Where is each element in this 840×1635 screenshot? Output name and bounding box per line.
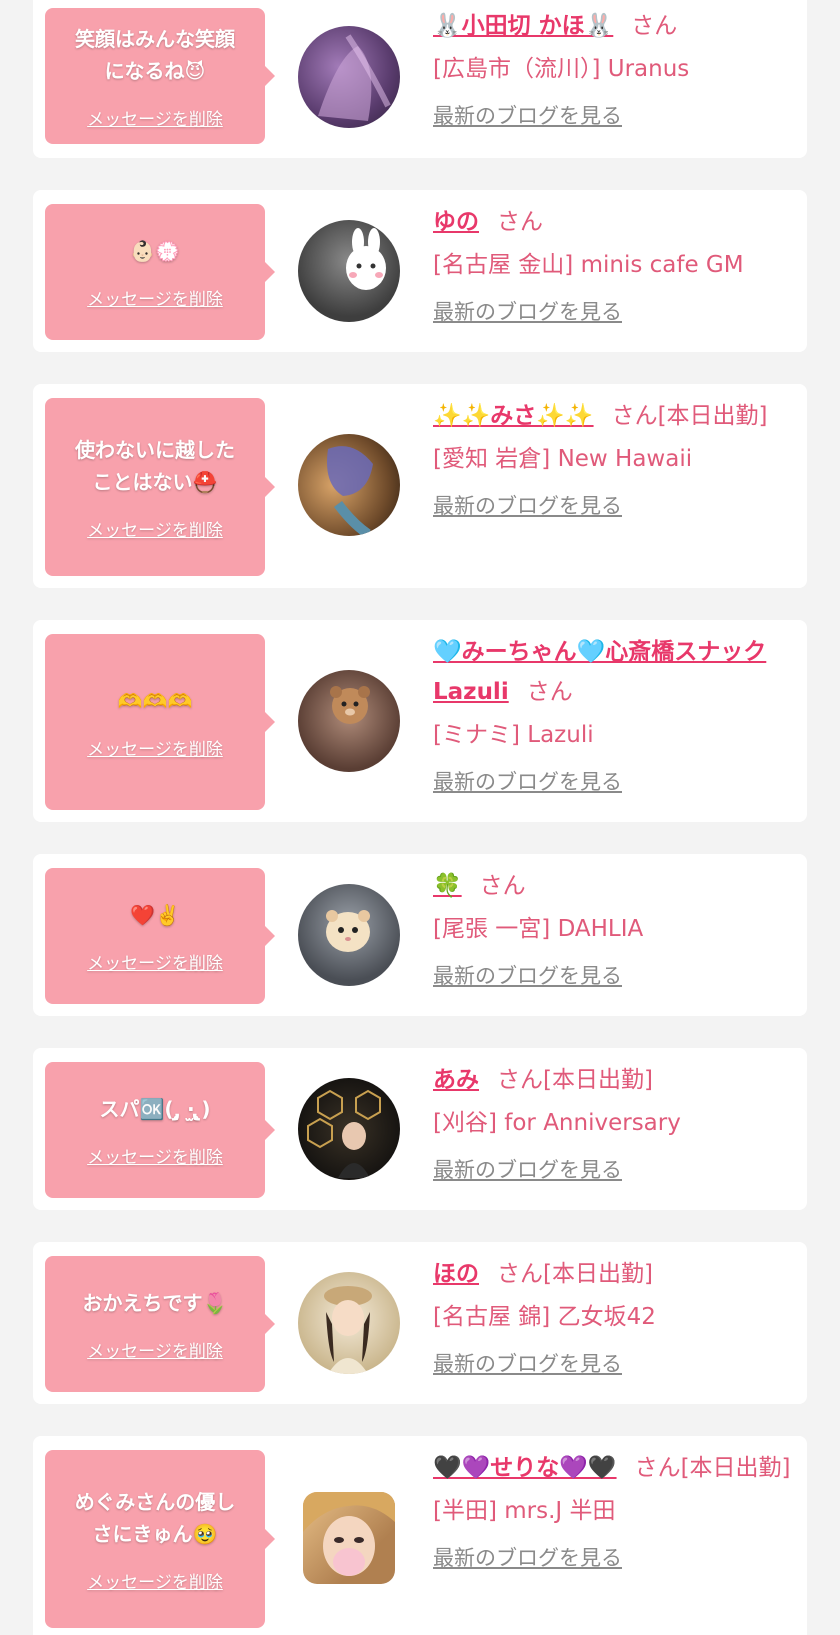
cast-suffix: さん [526,679,573,705]
view-blog-link[interactable]: 最新のブログを見る [433,960,622,990]
message-bubble: おかえちです🌷 メッセージを削除 [45,1256,275,1392]
delete-message-link[interactable]: メッセージを削除 [87,285,223,310]
avatar[interactable] [298,434,400,536]
cast-suffix: さん[本日出勤] [611,403,768,429]
message-bubble: ❤️✌️ メッセージを削除 [45,868,275,1004]
cast-name-link[interactable]: 🩵みーちゃん🩵心斎橋スナックLazuli [433,639,766,705]
delete-message-link[interactable]: メッセージを削除 [87,1337,223,1362]
cast-info: あみ さん[本日出勤] [刈谷] for Anniversary 最新のブログを見… [433,1060,793,1184]
message-card: 使わないに越した ことはない⛑️ メッセージを削除 ✨✨みさ✨✨ さん[本日出勤]… [33,384,807,588]
message-bubble: 笑顔はみんな笑顔 になるね😈 メッセージを削除 [45,8,275,144]
cast-name-link[interactable]: ゆの [433,209,479,235]
message-card: めぐみさんの優し さにきゅん🥹 メッセージを削除 🖤💜せりな💜🖤 さん[本日出勤]… [33,1436,807,1635]
cast-info: 🍀 さん [尾張 一宮] DAHLIA 最新のブログを見る [433,866,793,990]
cast-suffix: さん[本日出勤] [634,1455,791,1481]
view-blog-link[interactable]: 最新のブログを見る [433,1154,622,1184]
avatar-image [324,1286,372,1374]
avatar-image [327,446,373,536]
shop-name: [名古屋 金山] minis cafe GM [433,252,744,278]
shop-name: [ミナミ] Lazuli [433,722,594,748]
message-bubble: 🫶🫶🫶 メッセージを削除 [45,634,275,810]
cast-suffix: さん [631,13,678,39]
message-card: 笑顔はみんな笑顔 になるね😈 メッセージを削除 🐰小田切 かほ🐰 さん [広島市（… [33,0,807,158]
shop-name: [尾張 一宮] DAHLIA [433,916,644,942]
cast-name-link[interactable]: 🍀 [433,873,462,899]
avatar-image [326,910,370,952]
delete-message-link[interactable]: メッセージを削除 [87,735,223,760]
cast-name-link[interactable]: ほの [433,1261,479,1287]
message-list: 笑顔はみんな笑顔 になるね😈 メッセージを削除 🐰小田切 かほ🐰 さん [広島市（… [0,0,840,1635]
message-card: 👶🏻💮 メッセージを削除 ゆの さん [名古屋 金山] minis cafe GM… [33,190,807,352]
avatar[interactable] [298,670,400,772]
message-card: おかえちです🌷 メッセージを削除 ほの さん[本日出勤] [名古屋 錦] 乙女坂4… [33,1242,807,1404]
cast-suffix: さん[本日出勤] [497,1067,653,1093]
avatar[interactable] [298,1078,400,1180]
cast-info: ゆの さん [名古屋 金山] minis cafe GM 最新のブログを見る [433,202,793,326]
cast-suffix: さん [497,209,543,235]
message-text: めぐみさんの優し さにきゅん🥹 [74,1489,236,1546]
view-blog-link[interactable]: 最新のブログを見る [433,1542,622,1572]
cast-name-link[interactable]: 🖤💜せりな💜🖤 [433,1455,617,1481]
cast-suffix: さん [479,873,526,899]
message-bubble: めぐみさんの優し さにきゅん🥹 メッセージを削除 [45,1450,275,1628]
avatar-image [318,34,391,121]
view-blog-link[interactable]: 最新のブログを見る [433,1348,622,1378]
message-card: スパ🆗( ̨̡ ‧̫ ̧̢) メッセージを削除 あみ さん[本日出勤] [刈谷] … [33,1048,807,1210]
cast-name-link[interactable]: 🐰小田切 かほ🐰 [433,13,613,39]
shop-name: [名古屋 錦] 乙女坂42 [433,1304,656,1330]
cast-info: ✨✨みさ✨✨ さん[本日出勤] [愛知 岩倉] New Hawaii 最新のブログ… [433,396,793,520]
avatar[interactable] [298,26,400,128]
view-blog-link[interactable]: 最新のブログを見る [433,490,622,520]
shop-name: [半田] mrs.J 半田 [433,1498,616,1524]
view-blog-link[interactable]: 最新のブログを見る [433,296,622,326]
delete-message-link[interactable]: メッセージを削除 [87,949,223,974]
cast-suffix: さん[本日出勤] [497,1261,653,1287]
shop-name: [刈谷] for Anniversary [433,1110,681,1136]
message-bubble: 👶🏻💮 メッセージを削除 [45,204,275,340]
message-text: おかえちです🌷 [82,1290,228,1315]
avatar-image [346,228,386,290]
message-bubble: スパ🆗( ̨̡ ‧̫ ̧̢) メッセージを削除 [45,1062,275,1198]
delete-message-link[interactable]: メッセージを削除 [87,516,223,541]
avatar-image [303,1492,395,1576]
message-text: 使わないに越した ことはない⛑️ [75,437,235,494]
message-bubble: 使わないに越した ことはない⛑️ メッセージを削除 [45,398,275,576]
message-card: ❤️✌️ メッセージを削除 🍀 さん [尾張 一宮] DAHLIA 最新のブログを… [33,854,807,1016]
avatar-image [330,686,370,724]
avatar-image [307,1089,381,1178]
message-text: ❤️✌️ [130,902,180,927]
delete-message-link[interactable]: メッセージを削除 [87,1568,223,1593]
shop-name: [広島市（流川）] Uranus [433,56,690,82]
avatar[interactable] [303,1492,395,1584]
delete-message-link[interactable]: メッセージを削除 [87,1143,223,1168]
message-text: 🫶🫶🫶 [117,688,193,713]
view-blog-link[interactable]: 最新のブログを見る [433,766,622,796]
cast-info: ほの さん[本日出勤] [名古屋 錦] 乙女坂42 最新のブログを見る [433,1254,793,1378]
cast-name-link[interactable]: あみ [433,1067,479,1093]
cast-info: 🩵みーちゃん🩵心斎橋スナックLazuli さん [ミナミ] Lazuli 最新のブ… [433,632,793,796]
cast-info: 🐰小田切 かほ🐰 さん [広島市（流川）] Uranus 最新のブログを見る [433,6,793,130]
cast-info: 🖤💜せりな💜🖤 さん[本日出勤] [半田] mrs.J 半田 最新のブログを見る [433,1448,793,1572]
message-card: 🫶🫶🫶 メッセージを削除 🩵みーちゃん🩵心斎橋スナックLazuli さん [ミナミ… [33,620,807,822]
delete-message-link[interactable]: メッセージを削除 [87,105,223,130]
avatar[interactable] [298,220,400,322]
message-text: 👶🏻💮 [130,238,180,263]
shop-name: [愛知 岩倉] New Hawaii [433,446,693,472]
message-text: 笑顔はみんな笑顔 になるね😈 [75,26,235,83]
message-text: スパ🆗( ̨̡ ‧̫ ̧̢) [99,1096,211,1121]
avatar[interactable] [298,1272,400,1374]
cast-name-link[interactable]: ✨✨みさ✨✨ [433,403,594,429]
avatar[interactable] [298,884,400,986]
view-blog-link[interactable]: 最新のブログを見る [433,100,622,130]
